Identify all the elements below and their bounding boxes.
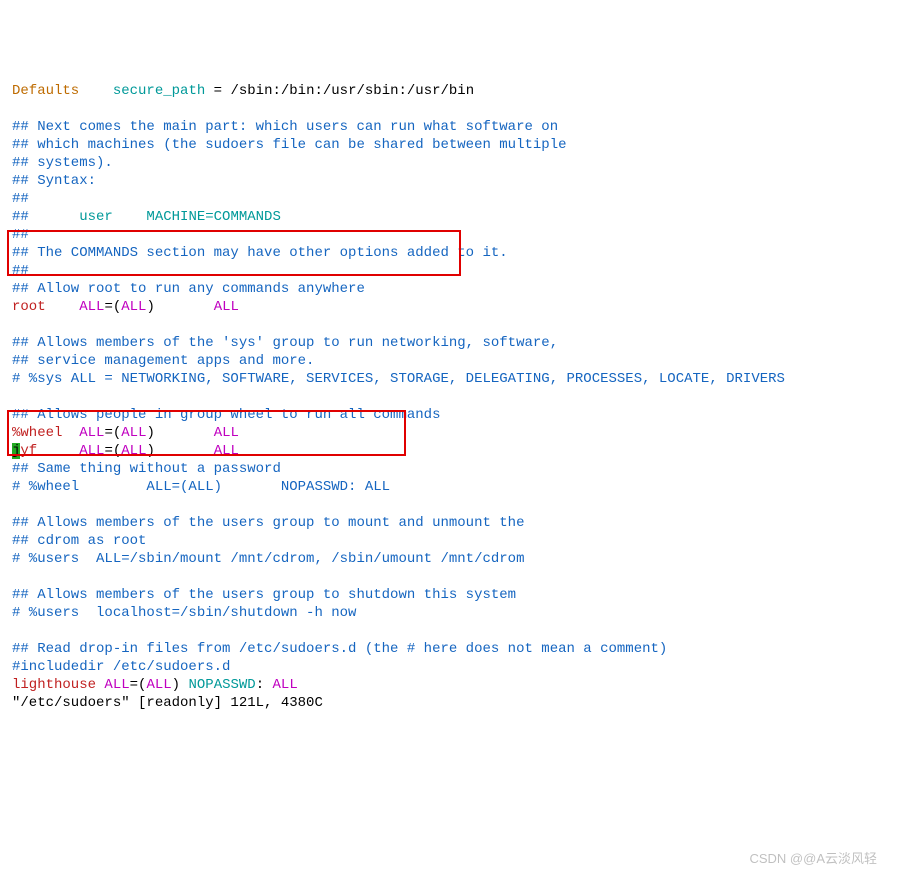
equals: =	[205, 83, 230, 99]
comment-line: ## Syntax:	[12, 173, 96, 189]
user-jyf-rest: yf	[20, 443, 37, 459]
user-root: root	[12, 299, 46, 315]
keyword-secure-path: secure_path	[113, 83, 205, 99]
nopasswd-token: NOPASSWD	[188, 677, 255, 693]
comment-line: ## Allows members of the users group to …	[12, 515, 524, 531]
comment-line: ## Allows people in group wheel to run a…	[12, 407, 440, 423]
all-token: ALL	[79, 299, 104, 315]
comment-line: #includedir /etc/sudoers.d	[12, 659, 230, 675]
all-token: ALL	[214, 299, 239, 315]
comment-syntax-body: user MACHINE=COMMANDS	[29, 209, 281, 225]
comment-line: ## systems).	[12, 155, 113, 171]
keyword-defaults: Defaults	[12, 83, 79, 99]
comment-line: # %users localhost=/sbin/shutdown -h now	[12, 605, 356, 621]
root-rule-line: root ALL=(ALL) ALL	[12, 299, 239, 315]
comment-line: ## Next comes the main part: which users…	[12, 119, 558, 135]
group-wheel: %wheel	[12, 425, 62, 441]
all-token: ALL	[121, 443, 146, 459]
comment-line: ## Allow root to run any commands anywhe…	[12, 281, 365, 297]
comment-line: ## user MACHINE=COMMANDS	[12, 209, 281, 225]
comment-line: ## Read drop-in files from /etc/sudoers.…	[12, 641, 667, 657]
all-token: ALL	[79, 443, 104, 459]
comment-line: ## service management apps and more.	[12, 353, 314, 369]
comment-line: ##	[12, 191, 29, 207]
all-token: ALL	[146, 677, 171, 693]
comment-line: ## Allows members of the 'sys' group to …	[12, 335, 558, 351]
comment-line: # %sys ALL = NETWORKING, SOFTWARE, SERVI…	[12, 371, 785, 387]
status-line: "/etc/sudoers" [readonly] 121L, 4380C	[12, 695, 323, 711]
all-token: ALL	[214, 443, 239, 459]
comment-line: # %wheel ALL=(ALL) NOPASSWD: ALL	[12, 479, 390, 495]
jyf-rule-line: jyf ALL=(ALL) ALL	[12, 443, 239, 459]
all-token: ALL	[104, 677, 129, 693]
wheel-rule-line: %wheel ALL=(ALL) ALL	[12, 425, 239, 441]
defaults-line: Defaults secure_path = /sbin:/bin:/usr/s…	[12, 83, 474, 99]
comment-line: ## Allows members of the users group to …	[12, 587, 516, 603]
all-token: ALL	[121, 425, 146, 441]
comment-line: ## which machines (the sudoers file can …	[12, 137, 567, 153]
all-token: ALL	[273, 677, 298, 693]
lighthouse-rule-line: lighthouse ALL=(ALL) NOPASSWD: ALL	[12, 677, 298, 693]
comment-line: ##	[12, 263, 29, 279]
comment-line: ## The COMMANDS section may have other o…	[12, 245, 508, 261]
all-token: ALL	[79, 425, 104, 441]
all-token: ALL	[214, 425, 239, 441]
user-lighthouse: lighthouse	[12, 677, 96, 693]
comment-line: # %users ALL=/sbin/mount /mnt/cdrom, /sb…	[12, 551, 524, 567]
path-value: /sbin:/bin:/usr/sbin:/usr/bin	[230, 83, 474, 99]
all-token: ALL	[121, 299, 146, 315]
comment-line: ## Same thing without a password	[12, 461, 281, 477]
comment-line: ##	[12, 227, 29, 243]
watermark: CSDN @@A云淡风轻	[749, 850, 877, 868]
comment-line: ## cdrom as root	[12, 533, 146, 549]
comment-prefix: ##	[12, 209, 29, 225]
